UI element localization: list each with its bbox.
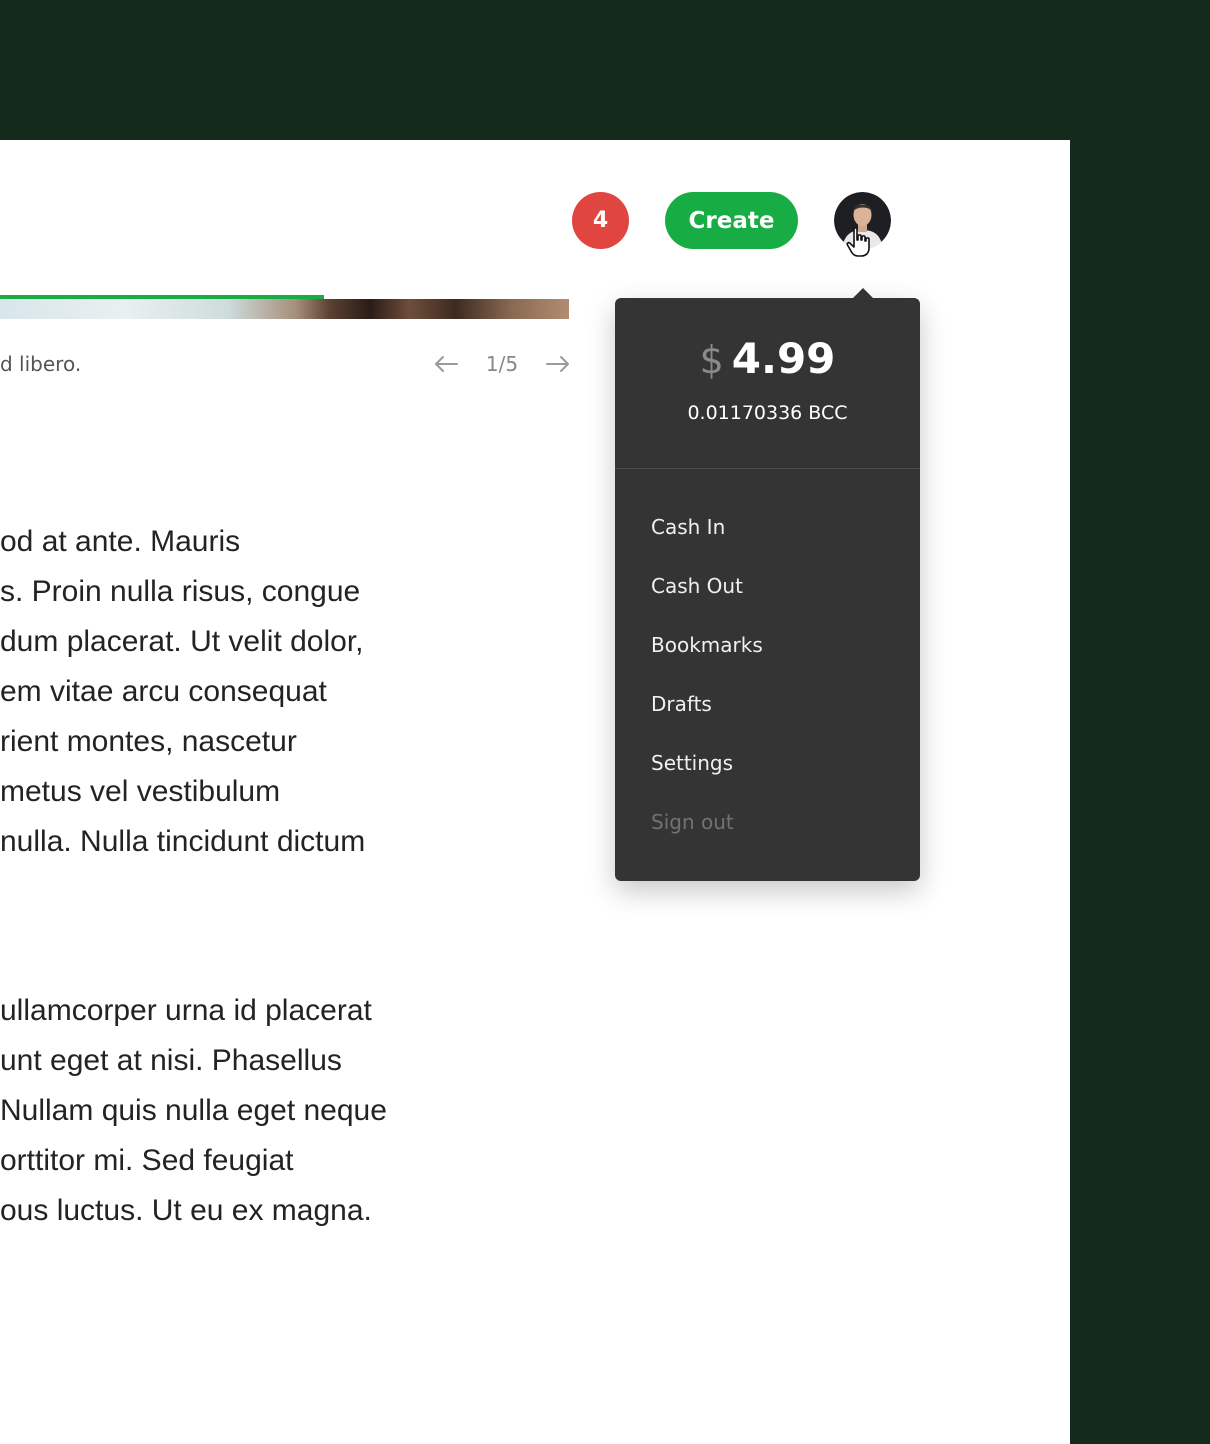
menu-item-cash-out[interactable]: Cash Out [615,562,920,621]
dropdown-caret [852,288,874,299]
article-line: od at ante. Mauris [0,525,241,558]
prev-arrow-button[interactable] [432,350,460,378]
article-line: unt eget at nisi. Phasellus [0,1044,342,1077]
currency-symbol: $ [699,338,724,382]
menu-item-bookmarks[interactable]: Bookmarks [615,621,920,680]
article-paragraph-2: ullamcorper urna id placerat unt eget at… [0,986,387,1236]
account-menu: Cash In Cash Out Bookmarks Drafts Settin… [615,503,920,857]
pager-indicator: 1/5 [485,352,519,376]
menu-item-drafts[interactable]: Drafts [615,680,920,739]
article-line: nulla. Nulla tincidunt dictum [0,825,366,858]
article-line: s. Proin nulla risus, congue [0,575,361,608]
wallet-balance: $4.99 [615,334,920,383]
article-line: orttitor mi. Sed feugiat [0,1144,294,1177]
page-canvas: 4 Create d libero. 1/5 od at ante. Mauri… [0,140,1070,1444]
hero-image-strip [0,299,569,319]
slideshow-progress [0,295,569,299]
article-line: rient montes, nascetur [0,725,297,758]
notification-count: 4 [592,208,609,233]
next-arrow-button[interactable] [544,350,572,378]
account-dropdown: $4.99 0.01170336 BCC Cash In Cash Out Bo… [615,288,920,881]
arrow-left-icon [435,356,458,372]
avatar[interactable] [834,192,891,249]
dropdown-divider [615,468,920,469]
image-pager: 1/5 [432,348,572,380]
menu-item-settings[interactable]: Settings [615,739,920,798]
article-line: ullamcorper urna id placerat [0,994,372,1027]
crypto-balance: 0.01170336 BCC [687,402,848,424]
article-paragraph-1: od at ante. Mauris s. Proin nulla risus,… [0,517,365,867]
balance-amount: 4.99 [731,334,836,383]
menu-item-cash-in[interactable]: Cash In [615,503,920,562]
avatar-image [834,192,891,249]
notification-badge[interactable]: 4 [572,192,629,249]
article-line: metus vel vestibulum [0,775,281,808]
progress-fill [0,295,325,299]
article-line: dum placerat. Ut velit dolor, [0,625,364,658]
article-line: em vitae arcu consequat [0,675,327,708]
menu-item-sign-out[interactable]: Sign out [615,798,920,857]
article-line: ous luctus. Ut eu ex magna. [0,1194,372,1227]
article-line: Nullam quis nulla eget neque [0,1094,387,1127]
image-caption: d libero. [0,352,82,376]
create-button[interactable]: Create [665,192,798,249]
arrow-right-icon [546,356,569,372]
